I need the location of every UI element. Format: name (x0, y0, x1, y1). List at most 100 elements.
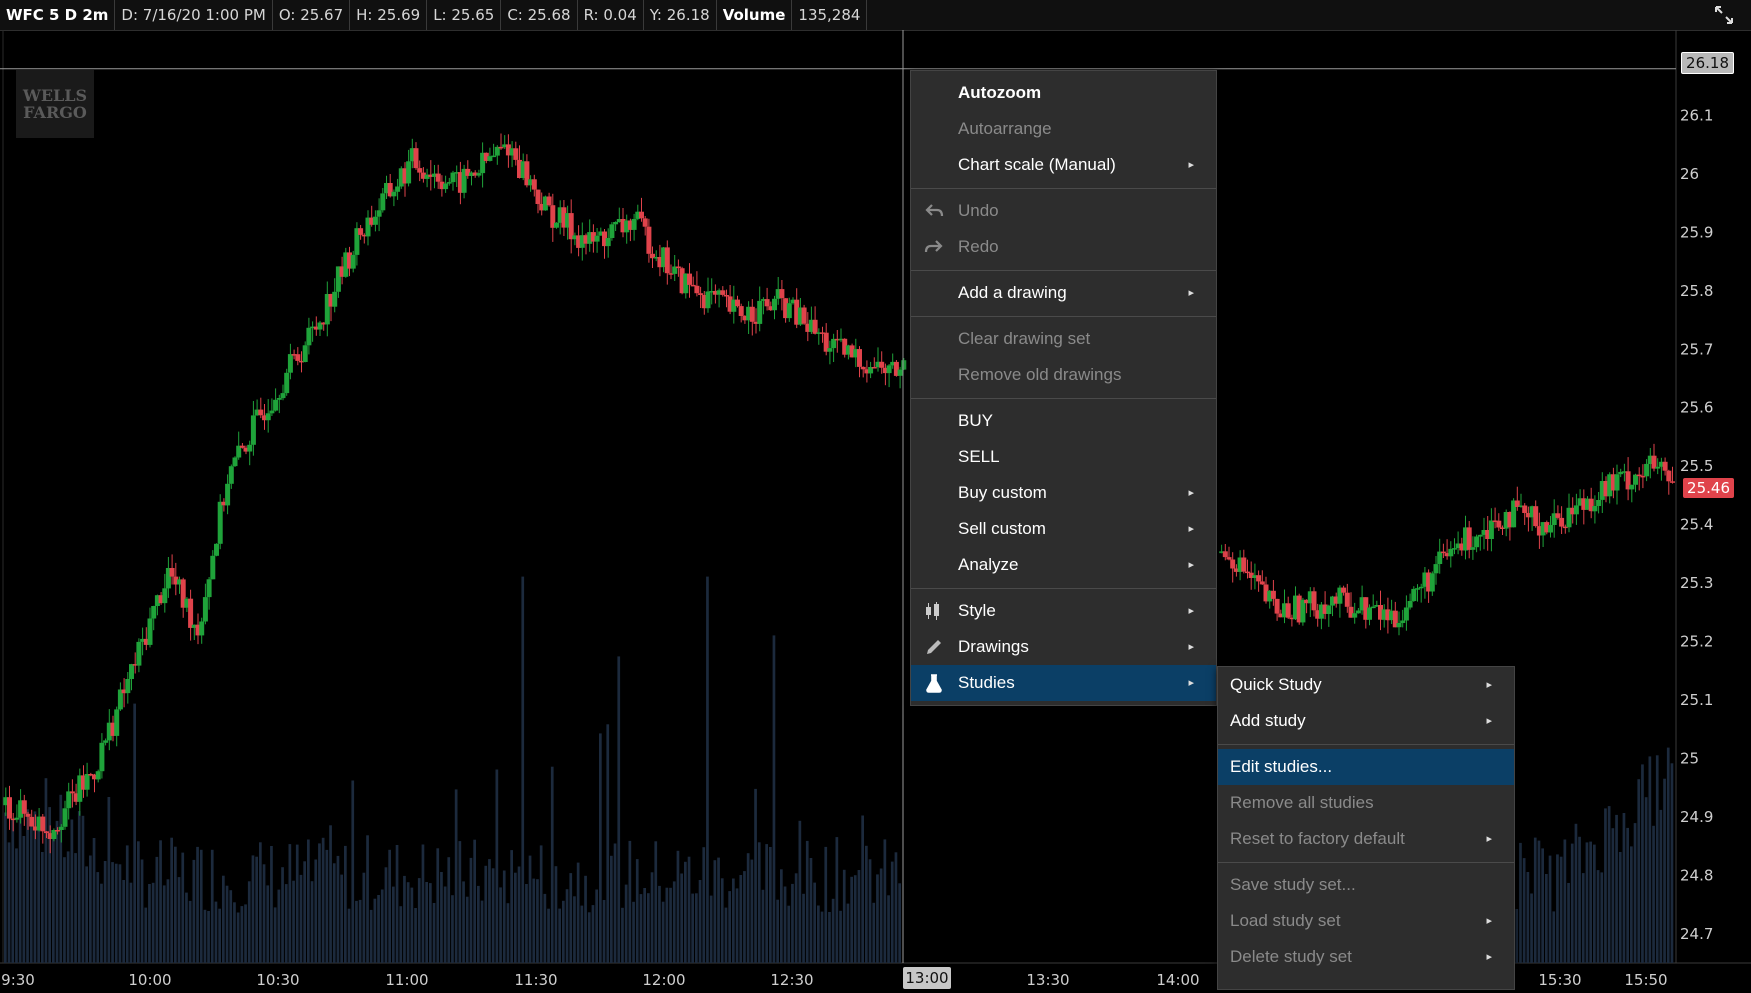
candle-body (247, 444, 253, 452)
volume-bar (510, 850, 513, 963)
menu-item-buy-custom[interactable]: Buy custom ▸ (911, 475, 1216, 511)
candle-body (772, 298, 777, 311)
volume-bar (602, 900, 606, 963)
menu-item-remove-all-studies[interactable]: Remove all studies (1218, 785, 1514, 821)
price-tick-label: 26 (1680, 165, 1699, 183)
menu-item-add-study[interactable]: Add study ▸ (1218, 703, 1514, 739)
volume-bar (591, 905, 595, 963)
volume-bar (18, 811, 22, 963)
price-tick-label: 25.5 (1680, 457, 1713, 475)
volume-bar (148, 884, 151, 963)
volume-bar (798, 820, 802, 963)
candle-body (757, 300, 763, 324)
menu-item-studies[interactable]: Studies ▸ (911, 665, 1216, 701)
volume-bar (1655, 755, 1659, 963)
candle-body (40, 816, 46, 832)
expand-icon[interactable] (1713, 4, 1735, 26)
menu-item-sell[interactable]: SELL (911, 439, 1216, 475)
volume-bar (451, 895, 454, 963)
volume-bar (403, 875, 406, 963)
volume-bar (632, 901, 635, 963)
menu-item-autozoom[interactable]: Autozoom (911, 75, 1216, 111)
studies-submenu: Quick Study ▸ Add study ▸ Edit studies... Rem… (1217, 666, 1515, 990)
menu-item-delete-study-set[interactable]: Delete study set ▸ (1218, 939, 1514, 975)
symbol-label[interactable]: WFC 5 D 2m (0, 0, 116, 30)
menu-item-edit-studies[interactable]: Edit studies... (1218, 749, 1514, 785)
chevron-right-icon: ▸ (1188, 159, 1194, 171)
volume-bar (1604, 808, 1607, 963)
volume-bar (713, 860, 717, 963)
menu-item-drawings[interactable]: Drawings ▸ (911, 629, 1216, 665)
volume-bar (240, 906, 244, 963)
candle-body (705, 291, 711, 309)
volume-bar (89, 855, 92, 963)
candle-body (720, 290, 726, 295)
volume-bar (1567, 883, 1570, 963)
volume-bar (247, 881, 251, 963)
candle-body (631, 219, 637, 230)
candle-body (675, 266, 681, 269)
menu-item-add-a-drawing[interactable]: Add a drawing ▸ (911, 275, 1216, 311)
candle-body (749, 306, 755, 322)
candle-body (380, 193, 386, 211)
volume-bar (613, 843, 617, 963)
candle-body (613, 222, 619, 225)
menu-item-quick-study[interactable]: Quick Study ▸ (1218, 667, 1514, 703)
candle-body (1452, 548, 1457, 550)
candle-body (1355, 610, 1361, 614)
volume-bar (761, 889, 765, 963)
volume-bar (210, 849, 214, 963)
volume-bar (658, 885, 661, 963)
menu-item-remove-old-drawings[interactable]: Remove old drawings (911, 357, 1216, 393)
candle-body (594, 235, 600, 242)
volume-bar (1563, 839, 1567, 963)
volume-bar (480, 900, 484, 963)
volume-bar (1585, 842, 1589, 963)
volume-bar (185, 892, 188, 963)
volume-bar (1670, 763, 1674, 963)
candle-body (162, 588, 168, 604)
menu-item-autoarrange[interactable]: Autoarrange (911, 111, 1216, 147)
volume-bar (817, 905, 820, 963)
candle-body (1326, 605, 1332, 614)
menu-item-load-study-set[interactable]: Load study set ▸ (1218, 903, 1514, 939)
volume-bar (1537, 840, 1541, 963)
candle-body (1559, 517, 1565, 527)
logo-line-1: WELLS (22, 86, 88, 105)
candle-body (284, 372, 290, 394)
menu-item-buy[interactable]: BUY (911, 403, 1216, 439)
volume-bar (650, 872, 654, 963)
candle-body (1636, 474, 1642, 477)
menu-item-clear-drawing-set[interactable]: Clear drawing set (911, 321, 1216, 357)
time-tick-label: 9:30 (1, 971, 35, 989)
volume-bar (1526, 872, 1530, 963)
volume-bar (425, 882, 428, 963)
candle-body (151, 606, 157, 619)
candle-body (14, 817, 20, 820)
volume-bar (7, 842, 11, 963)
candle-body (269, 410, 275, 414)
chevron-right-icon: ▸ (1188, 523, 1194, 535)
menu-item-redo[interactable]: Redo (911, 229, 1216, 265)
candle-body (1592, 506, 1598, 512)
menu-item-style[interactable]: Style ▸ (911, 593, 1216, 629)
volume-bar (225, 885, 229, 963)
candle-body (609, 224, 615, 238)
volume-bar (695, 893, 698, 963)
menu-item-chart-scale-manual[interactable]: Chart scale (Manual) ▸ (911, 147, 1216, 183)
menu-item-label: Sell custom (958, 519, 1046, 538)
menu-item-sell-custom[interactable]: Sell custom ▸ (911, 511, 1216, 547)
volume-bar (388, 849, 391, 963)
menu-item-undo[interactable]: Undo (911, 193, 1216, 229)
volume-bar (554, 866, 558, 963)
candle-body (1411, 588, 1417, 601)
volume-bar (757, 842, 761, 963)
menu-item-reset-to-factory-default[interactable]: Reset to factory default ▸ (1218, 821, 1514, 857)
menu-item-analyze[interactable]: Analyze ▸ (911, 547, 1216, 583)
candle-body (1470, 547, 1476, 550)
candle-body (897, 369, 903, 376)
menu-item-save-study-set[interactable]: Save study set... (1218, 867, 1514, 903)
candle-body (1259, 581, 1265, 585)
candle-body (265, 413, 271, 421)
candle-body (1644, 463, 1650, 477)
